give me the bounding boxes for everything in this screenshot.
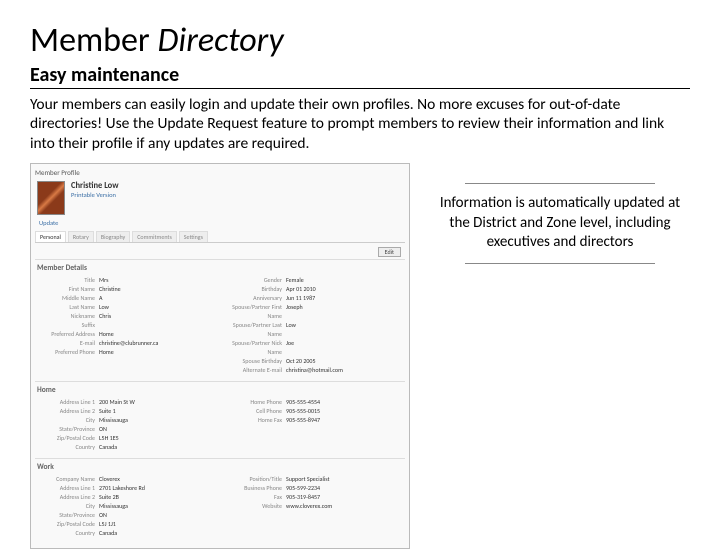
field-row: Address Line 2Suite 1 — [37, 407, 216, 416]
field-row: Spouse/Partner Nick NameJoe — [224, 339, 403, 357]
field-row: Zip/Postal CodeL5H 1E5 — [37, 434, 216, 443]
home-heading: Home — [37, 386, 403, 395]
field-row: Business Phone905-599-2234 — [224, 484, 403, 493]
field-row: Address Line 12701 Lakeshore Rd — [37, 484, 216, 493]
field-row: E-mailchristine@clubrunner.ca — [37, 339, 216, 348]
tab-personal[interactable]: Personal — [35, 231, 66, 242]
profile-screenshot: Member Profile Christine Low Printable V… — [30, 163, 410, 549]
field-row: Spouse/Partner First NameJoseph — [224, 303, 403, 321]
title-plain: Member — [30, 20, 157, 61]
field-row: Middle NameA — [37, 294, 216, 303]
field-row: CityMississauga — [37, 416, 216, 425]
printable-link[interactable]: Printable Version — [71, 191, 119, 199]
update-link[interactable]: Update — [39, 219, 405, 227]
callout-text: Information is automatically updated at … — [430, 188, 690, 259]
field-row: Home Phone905-555-4554 — [224, 398, 403, 407]
field-row: BirthdayApr 01 2010 — [224, 285, 403, 294]
member-details-heading: Member Details — [37, 264, 403, 273]
rule-top — [465, 183, 655, 184]
field-row: CountryCanada — [37, 443, 216, 452]
field-row: Preferred AddressHome — [37, 330, 216, 339]
field-row: Websitewww.cloverex.com — [224, 502, 403, 511]
field-row: Home Fax905-555-8947 — [224, 416, 403, 425]
field-row: TitleMrs — [37, 276, 216, 285]
field-row: Company NameCloverex — [37, 475, 216, 484]
edit-button[interactable]: Edit — [378, 247, 401, 257]
work-right: Position/TitleSupport SpecialistBusiness… — [224, 475, 403, 538]
field-row: Spouse/Partner Last NameLow — [224, 321, 403, 339]
member-details-left: TitleMrsFirst NameChristineMiddle NameAL… — [37, 276, 216, 375]
field-row: State/ProvinceON — [37, 425, 216, 434]
tab-biography[interactable]: Biography — [96, 231, 130, 242]
field-row: Position/TitleSupport Specialist — [224, 475, 403, 484]
field-row: State/ProvinceON — [37, 511, 216, 520]
field-row: Address Line 1200 Main St W — [37, 398, 216, 407]
field-row: Last NameLow — [37, 303, 216, 312]
work-section: Work Company NameCloverexAddress Line 12… — [35, 458, 405, 544]
title-italic: Directory — [157, 20, 283, 61]
home-section: Home Address Line 1200 Main St WAddress … — [35, 381, 405, 458]
callout-box: Information is automatically updated at … — [430, 163, 690, 268]
member-details-right: GenderFemaleBirthdayApr 01 2010Anniversa… — [224, 276, 403, 375]
field-row: GenderFemale — [224, 276, 403, 285]
tab-settings[interactable]: Settings — [179, 231, 208, 242]
member-details-section: Member Details TitleMrsFirst NameChristi… — [35, 259, 405, 381]
field-row: AnniversaryJun 11 1987 — [224, 294, 403, 303]
field-row: Suffix — [37, 321, 216, 330]
home-right: Home Phone905-555-4554Cell Phone905-555-… — [224, 398, 403, 452]
slide-title: Member Directory — [30, 20, 690, 61]
home-left: Address Line 1200 Main St WAddress Line … — [37, 398, 216, 452]
field-row: Preferred PhoneHome — [37, 348, 216, 357]
work-heading: Work — [37, 463, 403, 472]
field-row: NicknameChris — [37, 312, 216, 321]
avatar — [37, 181, 65, 215]
field-row: Address Line 2Suite 2B — [37, 493, 216, 502]
work-left: Company NameCloverexAddress Line 12701 L… — [37, 475, 216, 538]
field-row: Spouse BirthdayOct 20 2005 — [224, 357, 403, 366]
field-row: CountryCanada — [37, 529, 216, 538]
tab-rotary[interactable]: Rotary — [68, 231, 94, 242]
field-row: CityMississauga — [37, 502, 216, 511]
breadcrumb: Member Profile — [35, 168, 405, 177]
field-row: Fax905-319-8457 — [224, 493, 403, 502]
field-row: Cell Phone905-555-0015 — [224, 407, 403, 416]
field-row: Alternate E-mailchristina@hotmail.com — [224, 366, 403, 375]
tab-bar: Personal Rotary Biography Commitments Se… — [35, 231, 405, 243]
rule-bottom — [465, 263, 655, 264]
slide-body: Your members can easily login and update… — [30, 95, 690, 153]
tab-commitments[interactable]: Commitments — [132, 231, 177, 242]
profile-name: Christine Low — [71, 181, 119, 191]
slide-subtitle: Easy maintenance — [30, 63, 690, 89]
field-row: Zip/Postal CodeL5J 1J1 — [37, 520, 216, 529]
field-row: First NameChristine — [37, 285, 216, 294]
